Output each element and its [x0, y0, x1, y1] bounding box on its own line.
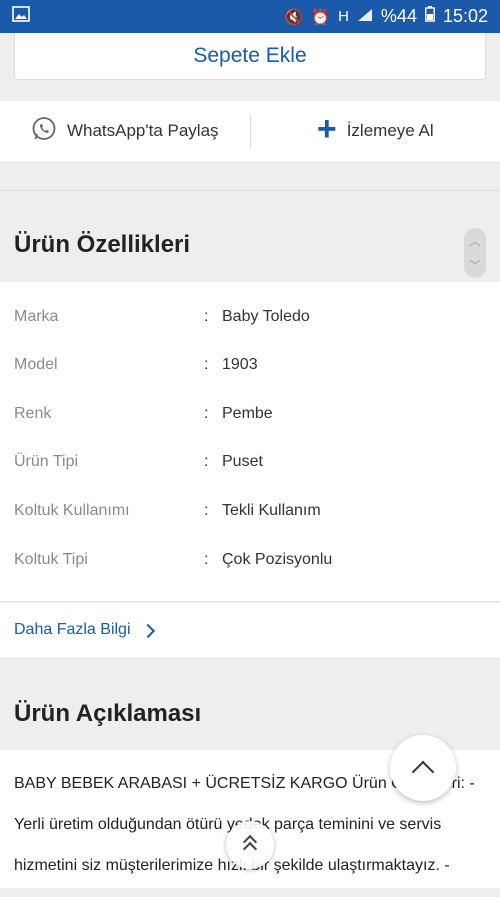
- spec-value: Baby Toledo: [222, 308, 310, 326]
- more-info-link[interactable]: Daha Fazla Bilgi: [0, 603, 500, 657]
- spec-row: Koltuk Kullanımı : Tekli Kullanım: [0, 496, 500, 526]
- spec-row: Koltuk Tipi : Çok Pozisyonlu: [0, 545, 500, 575]
- whatsapp-icon: [31, 116, 57, 147]
- scroll-pill[interactable]: ︿ ﹀: [464, 228, 486, 278]
- description-title: Ürün Açıklaması: [14, 700, 201, 728]
- network-type-label: H: [338, 8, 349, 25]
- spec-label: Ürün Tipi: [14, 453, 78, 471]
- spec-row: Renk : Pembe: [0, 399, 500, 429]
- battery-percent: %44: [381, 6, 417, 27]
- signal-icon: [357, 6, 373, 27]
- spec-separator: :: [204, 551, 208, 569]
- spec-table: Marka : Baby Toledo Model : 1903 Renk : …: [0, 282, 500, 602]
- spec-label: Koltuk Tipi: [14, 551, 88, 569]
- add-to-cart-button[interactable]: Sepete Ekle: [14, 33, 486, 80]
- more-info-label: Daha Fazla Bilgi: [14, 621, 131, 639]
- spec-label: Koltuk Kullanımı: [14, 502, 130, 520]
- features-title: Ürün Özellikleri: [14, 231, 190, 259]
- spec-value: Çok Pozisyonlu: [222, 551, 332, 569]
- spec-row: Model : 1903: [0, 350, 500, 380]
- scroll-up-button[interactable]: [226, 821, 274, 869]
- chevron-right-icon: [140, 623, 154, 637]
- spec-separator: :: [204, 308, 208, 326]
- spec-label: Renk: [14, 405, 51, 423]
- spec-row: Marka : Baby Toledo: [0, 302, 500, 332]
- whatsapp-share-button[interactable]: WhatsApp'ta Paylaş: [0, 101, 250, 161]
- clock: 15:02: [443, 6, 488, 27]
- watch-button[interactable]: + İzlemeye Al: [251, 101, 500, 161]
- mute-icon: 🔇: [285, 8, 304, 26]
- spec-value: Puset: [222, 453, 263, 471]
- spec-label: Marka: [14, 308, 58, 326]
- chevron-up-icon: [412, 761, 435, 784]
- plus-icon: +: [317, 112, 337, 146]
- battery-icon: [425, 6, 435, 27]
- alarm-icon: ⏰: [311, 8, 330, 26]
- chevron-down-icon: ﹀: [470, 257, 481, 273]
- whatsapp-share-label: WhatsApp'ta Paylaş: [67, 121, 219, 141]
- spec-separator: :: [204, 356, 208, 374]
- spec-label: Model: [14, 356, 58, 374]
- spec-value: Pembe: [222, 405, 273, 423]
- spec-row: Ürün Tipi : Puset: [0, 447, 500, 477]
- spec-separator: :: [204, 502, 208, 520]
- scroll-to-top-button[interactable]: [390, 735, 456, 801]
- spec-separator: :: [204, 405, 208, 423]
- spec-value: Tekli Kullanım: [222, 502, 321, 520]
- watch-label: İzlemeye Al: [347, 121, 434, 141]
- gallery-icon: [12, 6, 30, 27]
- cart-area: Sepete Ekle: [0, 33, 500, 101]
- chevron-up-icon: ︿: [470, 233, 481, 249]
- spec-separator: :: [204, 453, 208, 471]
- features-header: Ürün Özellikleri ︿ ﹀: [0, 190, 500, 282]
- spec-value: 1903: [222, 356, 258, 374]
- share-row: WhatsApp'ta Paylaş + İzlemeye Al: [0, 101, 500, 161]
- status-bar: 🔇 ⏰ H %44 15:02: [0, 0, 500, 33]
